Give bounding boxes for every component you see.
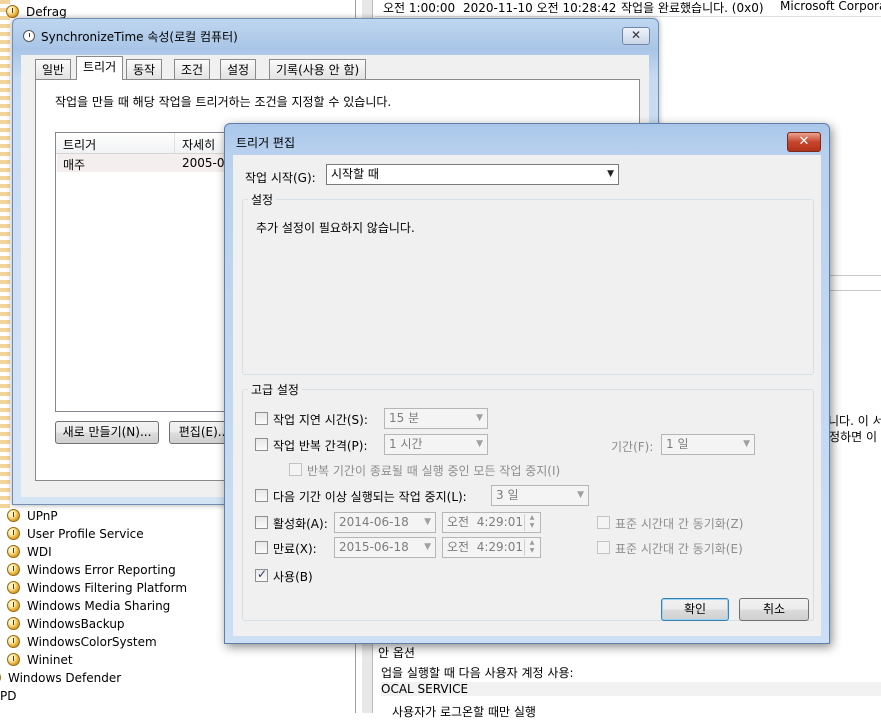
security-options-heading: 안 옵션	[378, 646, 415, 660]
triggers-description: 작업을 만들 때 해당 작업을 트리거하는 조건을 지정할 수 있습니다.	[55, 95, 392, 109]
expire-date-picker[interactable]: 2015-06-18 ▼	[334, 537, 436, 558]
run-option-text: 사용자가 로그온할 때만 실행	[392, 705, 536, 719]
spinner-arrows-icon[interactable]: ▲ ▼	[524, 514, 539, 531]
repeat-label: 작업 반복 간격(P):	[273, 439, 368, 453]
advanced-settings-title: 고급 설정	[248, 381, 302, 398]
column-header-trigger[interactable]: 트리거	[63, 136, 96, 153]
run-as-account: OCAL SERVICE	[381, 682, 881, 696]
tree-item-pd[interactable]: PD	[0, 687, 16, 705]
activate-checkbox[interactable]	[255, 516, 268, 529]
dropdown-arrow-icon: ▼	[424, 517, 431, 527]
delay-select[interactable]: 15 분 ▼	[384, 408, 488, 429]
trigger-cell: 매주	[63, 158, 86, 172]
dropdown-arrow-icon: ▼	[577, 490, 584, 500]
clock-icon	[7, 617, 20, 630]
description-fragment: 니다. 이 서	[828, 414, 881, 428]
activate-sync-label: 표준 시간대 간 동기화(Z)	[615, 517, 744, 531]
tab-triggers[interactable]: 트리거	[76, 56, 124, 80]
expire-sync-label: 표준 시간대 간 동기화(E)	[615, 542, 743, 556]
history-row[interactable]: 오전 1:00:00 2020-11-10 오전 10:28:42 작업을 완료…	[375, 0, 881, 17]
clock-icon	[7, 599, 20, 612]
tab-history[interactable]: 기록(사용 안 함)	[269, 59, 367, 79]
spinner-arrows-icon[interactable]: ▲ ▼	[524, 539, 539, 556]
cancel-button[interactable]: 취소	[739, 598, 809, 621]
delay-checkbox[interactable]	[255, 412, 268, 425]
edit-trigger-dialog: 트리거 편집 ✕ 작업 시작(G): 시작할 때 ▼ 설정 추가 설정이 필요하…	[224, 123, 830, 644]
panel-divider	[828, 290, 881, 291]
dropdown-arrow-icon: ▼	[607, 169, 614, 179]
activate-date-picker[interactable]: 2014-06-18 ▼	[334, 512, 436, 533]
duration-select[interactable]: 1 일 ▼	[661, 434, 755, 455]
begin-task-select[interactable]: 시작할 때 ▼	[326, 164, 619, 185]
activate-sync-checkbox[interactable]	[597, 516, 610, 529]
enabled-checkbox[interactable]	[255, 567, 268, 582]
delay-label: 작업 지연 시간(S):	[273, 413, 368, 427]
repeat-checkbox[interactable]	[255, 438, 268, 451]
edit-dialog-title: 트리거 편집	[236, 136, 296, 150]
column-header-details[interactable]: 자세히	[182, 136, 215, 153]
close-button[interactable]: ✕	[787, 132, 821, 152]
expire-time-spinner[interactable]: 오전 4:29:01 ▲ ▼	[442, 537, 541, 558]
clock-icon	[0, 671, 1, 684]
ok-button[interactable]: 확인	[661, 598, 729, 621]
stop-all-label: 반복 기간이 종료될 때 실행 중인 모든 작업 중지(I)	[307, 464, 561, 478]
expire-checkbox[interactable]	[255, 541, 268, 554]
dropdown-arrow-icon: ▼	[424, 542, 431, 552]
begin-task-label: 작업 시작(G):	[245, 171, 316, 185]
expire-sync-checkbox[interactable]	[597, 541, 610, 554]
activate-label: 활성화(A):	[273, 517, 328, 531]
repeat-select[interactable]: 1 시간 ▼	[384, 434, 488, 455]
dropdown-arrow-icon: ▼	[476, 413, 483, 423]
expire-label: 만료(X):	[273, 542, 317, 556]
tab-general[interactable]: 일반	[35, 59, 72, 79]
clock-icon	[6, 5, 19, 18]
clock-icon	[7, 509, 20, 522]
clock-icon	[7, 563, 20, 576]
settings-text: 추가 설정이 필요하지 않습니다.	[256, 221, 415, 235]
stop-all-checkbox[interactable]	[289, 463, 302, 476]
clock-icon	[7, 545, 20, 558]
activate-time-spinner[interactable]: 오전 4:29:01 ▲ ▼	[442, 512, 541, 533]
settings-group-title: 설정	[248, 191, 277, 208]
dropdown-arrow-icon: ▼	[743, 439, 750, 449]
properties-dialog-title: SynchronizeTime 속성(로컬 컴퓨터)	[41, 30, 238, 44]
new-trigger-button[interactable]: 새로 만들기(N)...	[55, 421, 159, 444]
edit-dialog-body: 작업 시작(G): 시작할 때 ▼ 설정 추가 설정이 필요하지 않습니다. 고…	[233, 155, 821, 636]
tree-edge-icons	[0, 0, 10, 510]
clock-icon	[7, 635, 20, 648]
duration-label: 기간(F):	[611, 440, 654, 454]
tab-settings[interactable]: 설정	[220, 59, 257, 79]
tab-actions[interactable]: 동작	[126, 59, 163, 79]
stop-longer-label: 다음 기간 이상 실행되는 작업 중지(L):	[273, 490, 467, 504]
tab-conditions[interactable]: 조건	[174, 59, 211, 79]
stop-longer-checkbox[interactable]	[255, 489, 268, 502]
stop-longer-select[interactable]: 3 일 ▼	[491, 485, 589, 506]
clock-icon	[7, 527, 20, 540]
table-row[interactable]: 매주 2005-01-	[57, 154, 237, 172]
clock-icon	[7, 653, 20, 666]
close-button[interactable]: ✕	[622, 27, 650, 45]
clock-icon	[23, 30, 35, 42]
panel-divider	[828, 275, 881, 276]
enabled-label: 사용(B)	[273, 570, 313, 584]
security-options-text: 업을 실행할 때 다음 사용자 계정 사용:	[381, 666, 574, 680]
dropdown-arrow-icon: ▼	[476, 439, 483, 449]
column-separator	[174, 133, 175, 153]
clock-icon	[7, 581, 20, 594]
